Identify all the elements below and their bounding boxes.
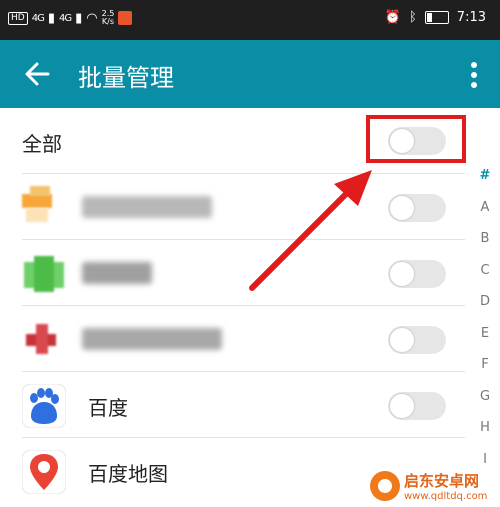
watermark-logo-icon xyxy=(370,471,400,501)
index-letter[interactable]: A xyxy=(470,192,500,224)
status-bar: HD 4G ▮ 4G ▮ ◠ 2.5 K/s ⏰ ᛒ 7:13 xyxy=(0,0,500,40)
bluetooth-icon: ᛒ xyxy=(408,10,417,25)
signal-bars-icon-2: ▮ xyxy=(75,10,83,26)
app-row[interactable] xyxy=(0,306,465,372)
signal-bars-icon: ▮ xyxy=(47,10,55,26)
more-options-icon[interactable] xyxy=(464,60,484,90)
wifi-icon: ◠ xyxy=(86,10,98,26)
pixel-block xyxy=(30,186,50,196)
status-bar-left: HD 4G ▮ 4G ▮ ◠ 2.5 K/s xyxy=(8,10,133,26)
pixel-block xyxy=(22,194,52,208)
app-name: 百度 xyxy=(88,396,128,420)
status-bar-right: ⏰ ᛒ 7:13 xyxy=(385,10,486,25)
index-letter[interactable]: F xyxy=(470,349,500,381)
app-name-obscured xyxy=(82,262,152,284)
app-icon-obscured xyxy=(22,186,66,230)
pixel-block xyxy=(26,208,48,222)
app-toggle[interactable] xyxy=(388,392,446,420)
index-letter[interactable]: H xyxy=(470,412,500,444)
app-row-baidu[interactable]: 百度 xyxy=(0,372,465,438)
app-icon-obscured xyxy=(22,318,66,362)
signal-4g-label: 4G xyxy=(31,12,45,24)
pixel-block xyxy=(34,256,54,292)
index-letter[interactable]: # xyxy=(470,160,500,192)
app-icon-obscured xyxy=(22,252,66,296)
battery-icon xyxy=(424,11,449,24)
index-letter[interactable]: G xyxy=(470,381,500,413)
index-letter[interactable]: C xyxy=(470,255,500,287)
index-letter[interactable]: B xyxy=(470,223,500,255)
select-all-label: 全部 xyxy=(22,132,62,156)
notification-app-icon xyxy=(118,11,133,25)
app-toggle[interactable] xyxy=(388,194,446,222)
index-letter[interactable]: E xyxy=(470,318,500,350)
network-speed-unit: K/s xyxy=(101,17,115,26)
index-letter[interactable]: D xyxy=(470,286,500,318)
app-bar: 批量管理 xyxy=(0,40,500,108)
watermark-name: 启东安卓网 xyxy=(404,472,480,490)
alarm-icon: ⏰ xyxy=(384,10,401,25)
toggle-knob xyxy=(390,328,414,352)
watermark-url: www.qdltdq.com xyxy=(404,491,488,502)
toggle-knob xyxy=(390,196,414,220)
app-name-obscured xyxy=(82,196,212,218)
app-toggle[interactable] xyxy=(388,260,446,288)
toggle-knob xyxy=(390,394,414,418)
clock: 7:13 xyxy=(456,10,486,25)
app-toggle[interactable] xyxy=(388,326,446,354)
baidu-icon xyxy=(22,384,66,428)
signal-4g-label-2: 4G xyxy=(58,12,72,24)
toggle-knob xyxy=(390,262,414,286)
hd-badge: HD xyxy=(8,11,28,25)
network-speed: 2.5 K/s xyxy=(102,10,115,26)
app-name-obscured xyxy=(82,328,222,350)
app-row[interactable] xyxy=(0,240,465,306)
alphabet-index[interactable]: # A B C D E F G H I xyxy=(470,160,500,475)
watermark: 启东安卓网 www.qdltdq.com xyxy=(370,470,487,502)
page-title: 批量管理 xyxy=(78,64,174,92)
highlight-box xyxy=(366,115,466,163)
baidu-map-icon xyxy=(22,450,66,494)
back-arrow-icon[interactable] xyxy=(22,58,54,90)
app-name: 百度地图 xyxy=(88,462,168,486)
watermark-text: 启东安卓网 www.qdltdq.com xyxy=(404,470,487,502)
app-row[interactable] xyxy=(0,174,465,240)
pixel-block xyxy=(36,324,48,354)
